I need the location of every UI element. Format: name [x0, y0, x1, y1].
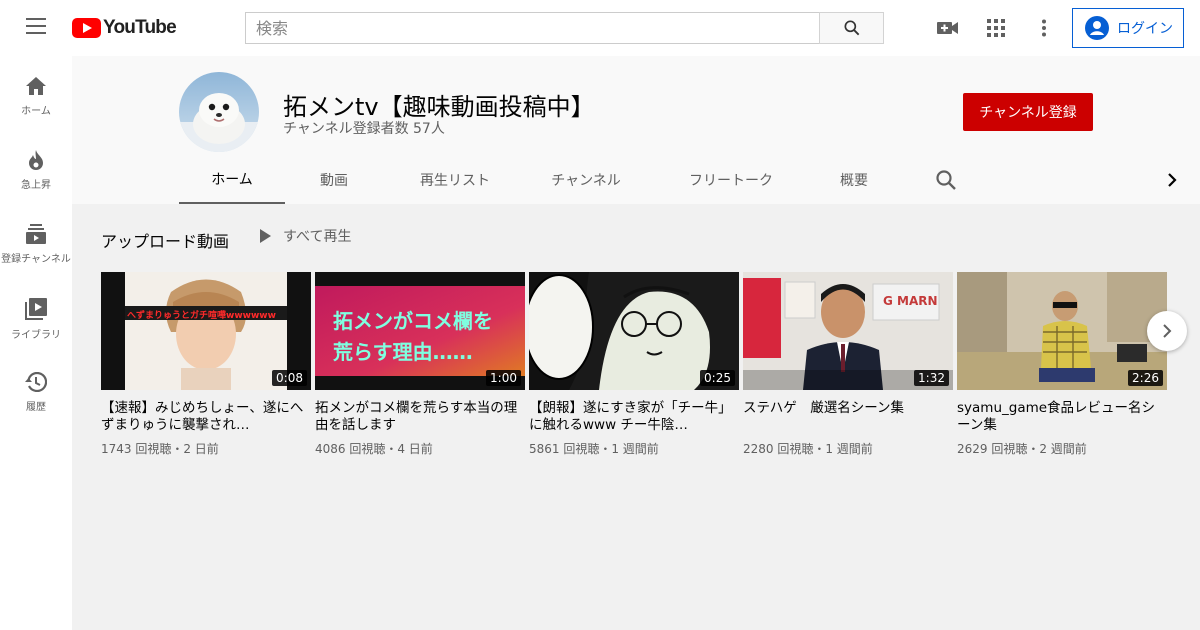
video-card: 2:26 syamu_game食品レビュー名シーン集 2629 回視聴・2 週間… — [957, 272, 1167, 457]
search-icon — [844, 20, 859, 36]
video-thumbnail[interactable]: 2:26 — [957, 272, 1167, 390]
youtube-logo[interactable]: YouTube — [72, 16, 177, 40]
home-icon — [26, 77, 46, 95]
channel-title: 拓メンtv【趣味動画投稿中】 — [283, 93, 595, 121]
thumbnail-caption: 拓メンがコメ欄を — [333, 309, 493, 333]
logo-text: YouTube — [103, 17, 177, 38]
video-duration: 0:25 — [700, 370, 735, 386]
menu-icon[interactable] — [24, 18, 48, 38]
chevron-right-icon — [1163, 324, 1172, 338]
sidebar-item-label: ホーム — [21, 106, 51, 117]
video-thumbnail[interactable]: 0:25 — [529, 272, 739, 390]
tab-about[interactable]: 概要 — [828, 156, 880, 204]
video-title[interactable]: ステハゲ 厳選名シーン集 — [743, 400, 953, 434]
play-logo-icon — [72, 18, 101, 38]
video-thumbnail[interactable]: へずまりゅうとガチ喧嘩wwwwww 0:08 — [101, 272, 311, 390]
history-icon — [25, 372, 47, 392]
thumbnail-caption: へずまりゅうとガチ喧嘩wwwwww — [127, 311, 276, 321]
play-all-button[interactable]: すべて再生 — [257, 226, 351, 246]
section-title: アップロード動画 — [101, 232, 230, 251]
apps-icon[interactable] — [984, 16, 1008, 40]
video-card: G MARN 1:32 ステハゲ 厳選名シーン集 2280 回視聴・1 週間前 — [743, 272, 953, 457]
video-title[interactable]: 【速報】みじめちしょー、遂にへずまりゅうに襲撃され… — [101, 400, 311, 434]
search-input[interactable] — [256, 18, 820, 38]
sidebar-item-library[interactable]: ライブラリ — [0, 278, 72, 352]
sidebar-item-subscriptions[interactable]: 登録チャンネル — [0, 204, 72, 278]
subscriber-count: チャンネル登録者数 57人 — [283, 121, 445, 137]
channel-search-icon[interactable] — [934, 168, 958, 192]
video-duration: 0:08 — [272, 370, 307, 386]
account-icon — [1085, 16, 1109, 40]
side-nav: ホーム 急上昇 登録チャンネル ライブラリ 履歴 — [0, 56, 72, 630]
tab-videos[interactable]: 動画 — [301, 156, 367, 204]
video-meta: 2629 回視聴・2 週間前 — [957, 442, 1087, 456]
video-meta: 5861 回視聴・1 週間前 — [529, 442, 659, 456]
search-box[interactable] — [245, 12, 820, 44]
video-duration: 2:26 — [1128, 370, 1163, 386]
fire-icon — [29, 150, 43, 170]
more-vert-icon[interactable] — [1032, 16, 1056, 40]
thumbnail-sign-text: G MARN — [883, 294, 938, 308]
top-bar: YouTube ログイン — [0, 0, 1200, 56]
video-card: へずまりゅうとガチ喧嘩wwwwww 0:08 【速報】みじめちしょー、遂にへずま… — [101, 272, 311, 457]
video-thumbnail[interactable]: G MARN 1:32 — [743, 272, 953, 390]
tab-home[interactable]: ホーム — [179, 156, 285, 204]
sidebar-item-label: 急上昇 — [21, 180, 51, 191]
sidebar-item-label: 履歴 — [26, 402, 46, 413]
video-card: 0:25 【朗報】遂にすき家が「チー牛」に触れるwww チー牛陰… 5861 回… — [529, 272, 739, 457]
video-thumbnail[interactable]: 拓メンがコメ欄を 荒らす理由…… 1:00 — [315, 272, 525, 390]
subscribe-button[interactable]: チャンネル登録 — [963, 93, 1093, 131]
sidebar-item-trending[interactable]: 急上昇 — [0, 130, 72, 204]
chevron-right-icon[interactable] — [1160, 168, 1184, 192]
login-label: ログイン — [1117, 21, 1173, 37]
library-icon — [25, 298, 47, 320]
search-button[interactable] — [819, 12, 884, 44]
video-title[interactable]: syamu_game食品レビュー名シーン集 — [957, 400, 1167, 434]
play-all-label: すべて再生 — [283, 229, 352, 245]
tab-playlists[interactable]: 再生リスト — [400, 156, 510, 204]
channel-header: 拓メンtv【趣味動画投稿中】 チャンネル登録者数 57人 チャンネル登録 ホーム… — [72, 56, 1200, 204]
video-duration: 1:00 — [486, 370, 521, 386]
sidebar-item-history[interactable]: 履歴 — [0, 352, 72, 426]
tab-free-talk[interactable]: フリートーク — [676, 156, 786, 204]
channel-avatar[interactable] — [179, 72, 259, 152]
login-button[interactable]: ログイン — [1072, 8, 1184, 48]
sidebar-item-label: ライブラリ — [11, 330, 61, 341]
video-meta: 2280 回視聴・1 週間前 — [743, 442, 873, 456]
shelf-next-button[interactable] — [1147, 311, 1187, 351]
sidebar-item-home[interactable]: ホーム — [0, 56, 72, 130]
tab-channels[interactable]: チャンネル — [538, 156, 634, 204]
subscriptions-icon — [26, 224, 46, 244]
video-duration: 1:32 — [914, 370, 949, 386]
video-title[interactable]: 拓メンがコメ欄を荒らす本当の理由を話します — [315, 400, 525, 434]
video-title[interactable]: 【朗報】遂にすき家が「チー牛」に触れるwww チー牛陰… — [529, 400, 739, 434]
video-card: 拓メンがコメ欄を 荒らす理由…… 1:00 拓メンがコメ欄を荒らす本当の理由を話… — [315, 272, 525, 457]
video-meta: 4086 回視聴・4 日前 — [315, 442, 433, 456]
play-icon — [260, 229, 271, 243]
video-camera-icon[interactable] — [936, 16, 960, 40]
thumbnail-caption: 荒らす理由…… — [333, 340, 473, 364]
sidebar-item-label: 登録チャンネル — [1, 254, 71, 265]
video-meta: 1743 回視聴・2 日前 — [101, 442, 219, 456]
